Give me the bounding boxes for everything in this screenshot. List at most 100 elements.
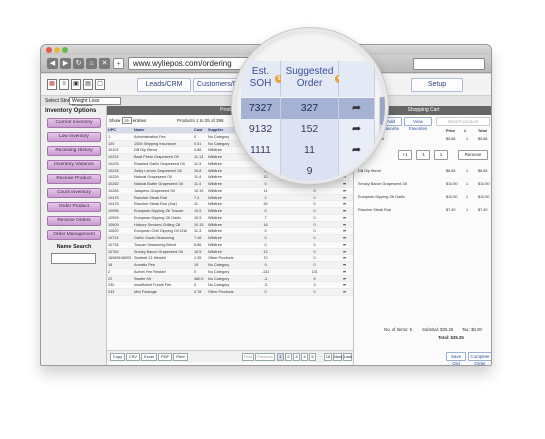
- sidebar-item-order-product[interactable]: Order Product: [47, 202, 101, 212]
- qty-minus-button[interactable]: -1: [416, 150, 430, 160]
- csv-button[interactable]: CSV: [126, 353, 140, 361]
- add-to-cart-arrow-icon[interactable]: ➦: [335, 249, 353, 255]
- pdf-button[interactable]: PDF: [158, 353, 172, 361]
- store-select[interactable]: Weight Loss Supreme: [69, 97, 121, 110]
- add-to-order-arrow-icon[interactable]: ➦: [339, 140, 375, 161]
- table-row[interactable]: 10769 Smoky Bacon Grapeseed Oil 10.5 Wildtr…: [107, 248, 353, 256]
- table-row[interactable]: 10596 European Dipping Oil Tuscan 10.5 Wild…: [107, 208, 353, 215]
- reload-icon[interactable]: ↻: [73, 58, 84, 69]
- col-suggested-order[interactable]: Suggested Order: [281, 61, 339, 97]
- add-to-cart-arrow-icon[interactable]: ➦: [335, 235, 353, 241]
- cart-row[interactable]: European Dipping Oil Garlic $10.50 1 $10…: [354, 195, 491, 201]
- back-arrow-icon[interactable]: ◀: [47, 58, 58, 69]
- new-tab-icon[interactable]: +: [113, 58, 124, 69]
- add-to-cart-arrow-icon[interactable]: ➦: [335, 282, 353, 288]
- add-to-cart-arrow-icon[interactable]: ➦: [335, 181, 353, 187]
- table-row[interactable]: 22 Starter Kit 480.5 No Category -3 5 ➦: [107, 275, 353, 283]
- table-row[interactable]: 10724 Garlic Gusto Seasoning 7.46 Wildtree 0…: [107, 235, 353, 242]
- complete-order-button[interactable]: Complete Order: [468, 352, 491, 365]
- pager-previous[interactable]: Previous: [255, 353, 275, 361]
- column-header[interactable]: UPC: [107, 127, 133, 133]
- add-to-cart-arrow-icon[interactable]: ➦: [335, 208, 353, 214]
- home-icon[interactable]: ⌂: [86, 58, 97, 69]
- pager-page-3[interactable]: 3: [293, 353, 300, 361]
- forward-arrow-icon[interactable]: ▶: [60, 58, 71, 69]
- add-to-order-arrow-icon[interactable]: ➦: [339, 161, 375, 181]
- nav-leads-crm[interactable]: Leads/CRM: [137, 78, 191, 92]
- sidebar-item-receiving-history[interactable]: Receiving History: [47, 146, 101, 156]
- sidebar-item-current-inventory[interactable]: Current Inventory: [47, 118, 101, 128]
- table-row[interactable]: 10475 Rancher Steak Rub (4oz) 11 Wildtree 30…: [107, 201, 353, 208]
- add-to-cart-arrow-icon[interactable]: ➦: [335, 242, 353, 248]
- sidebar-item-receive-product[interactable]: Receive Product: [47, 174, 101, 184]
- pager-page-2[interactable]: 2: [285, 353, 292, 361]
- table-row[interactable]: 230 Insufficient Funds Fee 0 No Category -3 3…: [107, 282, 353, 289]
- add-to-cart-arrow-icon[interactable]: ➦: [335, 276, 353, 282]
- save-order-button[interactable]: Save Ord: [446, 352, 466, 365]
- close-window-icon[interactable]: [46, 47, 52, 53]
- sidebar-item-receive-orders[interactable]: Receive Orders: [47, 216, 101, 226]
- notes-icon[interactable]: ≡: [59, 79, 69, 90]
- table-row[interactable]: 10734 Tuscan Seasoning Blend 6.86 Wildtree 0…: [107, 242, 353, 249]
- table-row[interactable]: 10620 European Chili Dipping Oil Chili 11.…: [107, 228, 353, 235]
- table-row[interactable]: 7327 327 ➦: [235, 98, 385, 119]
- sidebar-item-order-management[interactable]: Order Management: [47, 230, 101, 240]
- add-to-order-arrow-icon[interactable]: ➦: [339, 98, 375, 119]
- qty-stepper[interactable]: 1: [434, 150, 448, 160]
- sidebar-item-inventory-variance[interactable]: Inventory Variance: [47, 160, 101, 170]
- nav-setup[interactable]: Setup: [411, 78, 463, 92]
- pager-page-5[interactable]: 5: [309, 353, 316, 361]
- pager-page-1[interactable]: 1: [277, 353, 284, 361]
- minimize-window-icon[interactable]: [54, 47, 60, 53]
- table-row[interactable]: 10609 Hickory Smoked Grilling Oil 10.15 Wil…: [107, 221, 353, 229]
- add-to-cart-arrow-icon[interactable]: ➦: [335, 195, 353, 201]
- show-entries-select[interactable]: 25: [121, 117, 132, 125]
- table-row[interactable]: 9132 152 ➦: [235, 119, 385, 140]
- table-row[interactable]: 2 Admin Fee Restart 0 No Category -131 131 ➦: [107, 269, 353, 276]
- sidebar-item-low-inventory[interactable]: Low Inventory: [47, 132, 101, 142]
- add-to-cart-arrow-icon[interactable]: ➦: [335, 228, 353, 234]
- print-button[interactable]: Print: [173, 353, 188, 361]
- table-row[interactable]: 10599 European Dipping Oil Garlic 10.5 Wild…: [107, 215, 353, 222]
- lock-icon[interactable]: ▣: [71, 79, 81, 90]
- search-product-input[interactable]: Search product: [436, 117, 490, 126]
- table-row[interactable]: 233 Mini Package 0.78 Other Products 0 0 ➦: [107, 289, 353, 296]
- cart-row[interactable]: Rancher Steak Rub $7.40 1 $7.40: [354, 208, 491, 214]
- table-row[interactable]: 29 9 ➦: [235, 161, 385, 181]
- add-to-cart-arrow-icon[interactable]: ➦: [335, 269, 353, 275]
- pager-page-16[interactable]: 16: [324, 353, 332, 361]
- name-search-input[interactable]: [51, 253, 96, 264]
- scrollbar-thumb[interactable]: [380, 97, 385, 125]
- add-to-cart-arrow-icon[interactable]: ➦: [335, 255, 353, 261]
- table-row[interactable]: 18 Annatto Pee 19 No Category 9 0 ➦: [107, 262, 353, 269]
- pager-page-4[interactable]: 4: [301, 353, 308, 361]
- add-to-cart-arrow-icon[interactable]: ➦: [335, 201, 353, 207]
- table-row[interactable]: 1111 11 ➦: [235, 140, 385, 161]
- add-to-cart-arrow-icon[interactable]: ➦: [335, 215, 353, 221]
- cart-row[interactable]: Smoky Bacon Grapeseed Oil $10.50 1 $10.5…: [354, 182, 491, 188]
- pager-next[interactable]: Next: [333, 353, 342, 361]
- add-to-cart-arrow-icon[interactable]: ➦: [335, 262, 353, 268]
- pager-last[interactable]: Last: [343, 353, 352, 361]
- add-to-cart-arrow-icon[interactable]: ➦: [335, 289, 353, 295]
- qty-plus-button[interactable]: +1: [398, 150, 412, 160]
- maximize-window-icon[interactable]: [62, 47, 68, 53]
- table-row[interactable]: 10284 Jalapeno Grapeseed Oil 10.15 Wildtree…: [107, 188, 353, 195]
- column-header[interactable]: Cost: [193, 127, 207, 133]
- table-row[interactable]: 16989106003 Starbett 21 Mealkit 1.35 Other …: [107, 255, 353, 262]
- table-row[interactable]: 10475 Rancher Steak Rub 7.4 Wildtree 2 0 ➦: [107, 194, 353, 202]
- add-to-cart-arrow-icon[interactable]: ➦: [335, 222, 353, 228]
- pager-first[interactable]: First: [242, 353, 254, 361]
- browser-search-input[interactable]: [413, 58, 485, 70]
- clipboard-icon[interactable]: ▢: [95, 79, 105, 90]
- document-icon[interactable]: ▤: [83, 79, 93, 90]
- stop-icon[interactable]: ✕: [99, 58, 110, 69]
- excel-button[interactable]: Excel: [141, 353, 157, 361]
- add-to-cart-arrow-icon[interactable]: ➦: [335, 188, 353, 194]
- copy-button[interactable]: Copy: [110, 353, 125, 361]
- remove-button[interactable]: Remove: [458, 150, 488, 160]
- column-header[interactable]: Supplier: [207, 127, 237, 133]
- view-favorites-button[interactable]: View Favorites: [404, 117, 432, 131]
- add-to-order-arrow-icon[interactable]: ➦: [339, 119, 375, 140]
- column-header[interactable]: Name: [133, 127, 193, 133]
